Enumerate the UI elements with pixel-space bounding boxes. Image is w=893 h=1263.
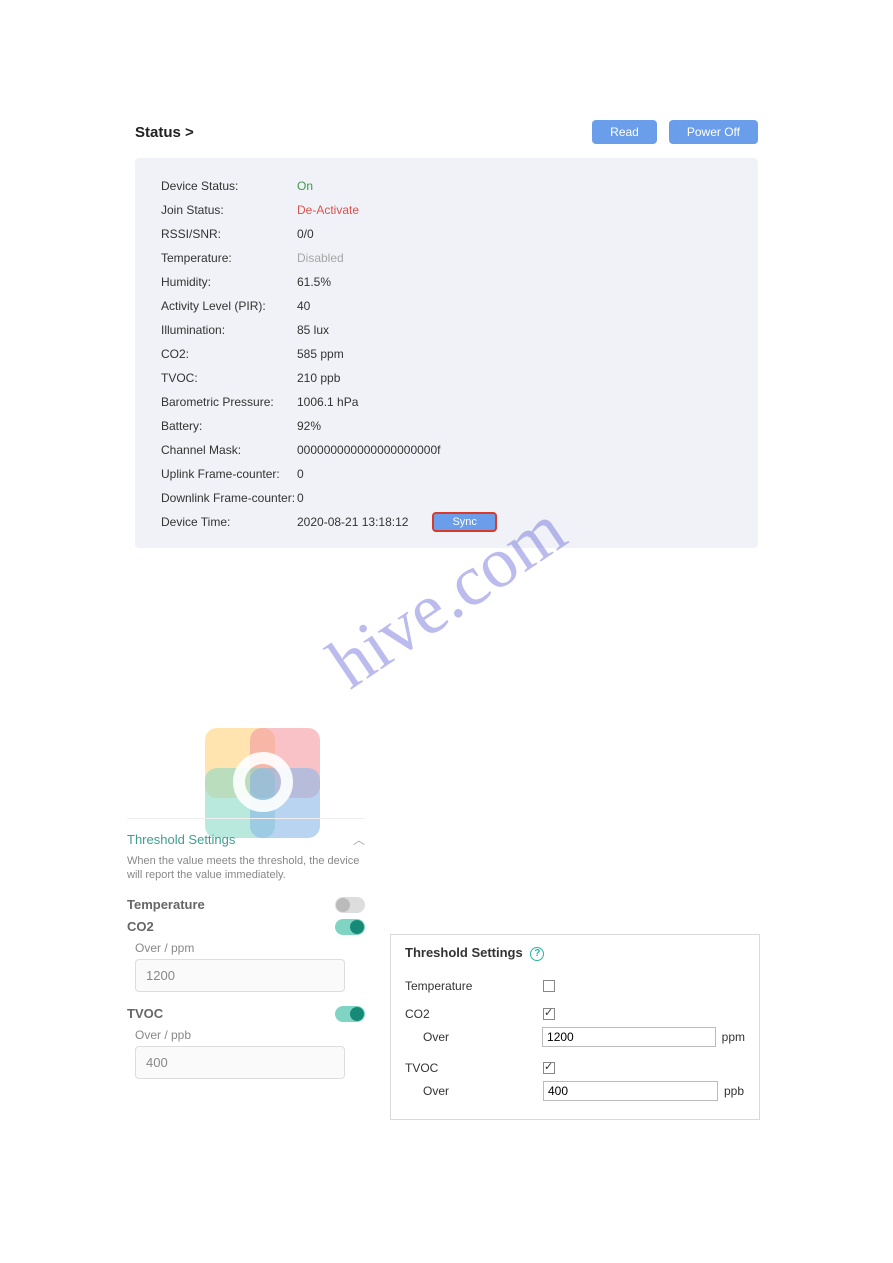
power-off-button[interactable]: Power Off — [669, 120, 758, 144]
status-row: Illumination:85 lux — [161, 318, 732, 342]
desk-threshold-title: Threshold Settings — [405, 945, 523, 960]
sync-button[interactable]: Sync — [432, 512, 496, 532]
status-label: Battery: — [161, 419, 297, 433]
desk-tvoc-over-label: Over — [405, 1084, 543, 1098]
status-value: 000000000000000000000f — [297, 443, 440, 457]
status-value: 92% — [297, 419, 321, 433]
status-row: CO2:585 ppm — [161, 342, 732, 366]
desktop-threshold-card: Threshold Settings ? Temperature CO2 Ove… — [390, 934, 760, 1120]
status-row: Temperature:Disabled — [161, 246, 732, 270]
status-row: Join Status:De-Activate — [161, 198, 732, 222]
status-label: CO2: — [161, 347, 297, 361]
status-label: Barometric Pressure: — [161, 395, 297, 409]
mobile-tvoc-over-input[interactable] — [135, 1046, 345, 1079]
read-button[interactable]: Read — [592, 120, 657, 144]
status-row: RSSI/SNR:0/0 — [161, 222, 732, 246]
co2-checkbox[interactable] — [543, 1008, 555, 1020]
status-value: 0 — [297, 491, 304, 505]
mobile-threshold-card: Threshold Settings ︿ When the value meet… — [127, 818, 365, 1093]
desk-co2-over-input[interactable] — [542, 1027, 716, 1047]
status-label: Temperature: — [161, 251, 297, 265]
mobile-tvoc-over-label: Over / ppb — [135, 1028, 365, 1042]
status-value: 0/0 — [297, 227, 314, 241]
mobile-co2-over-input[interactable] — [135, 959, 345, 992]
status-label: Device Status: — [161, 179, 297, 193]
tvoc-checkbox[interactable] — [543, 1062, 555, 1074]
device-time-label: Device Time: — [161, 515, 297, 529]
mobile-temperature-label: Temperature — [127, 897, 205, 912]
desk-co2-unit: ppm — [722, 1030, 745, 1044]
status-title: Status > — [135, 124, 194, 141]
desk-tvoc-label: TVOC — [405, 1061, 543, 1075]
status-value: De-Activate — [297, 203, 359, 217]
mobile-co2-label: CO2 — [127, 919, 154, 934]
status-label: Join Status: — [161, 203, 297, 217]
temperature-checkbox[interactable] — [543, 980, 555, 992]
status-label: TVOC: — [161, 371, 297, 385]
status-value: 85 lux — [297, 323, 329, 337]
status-label: Activity Level (PIR): — [161, 299, 297, 313]
status-label: Humidity: — [161, 275, 297, 289]
device-time-value: 2020-08-21 13:18:12 — [297, 515, 408, 529]
tvoc-toggle[interactable] — [335, 1006, 365, 1022]
desk-tvoc-over-input[interactable] — [543, 1081, 718, 1101]
status-value: 40 — [297, 299, 310, 313]
mobile-threshold-subtitle: When the value meets the threshold, the … — [127, 854, 365, 883]
status-row: Barometric Pressure:1006.1 hPa — [161, 390, 732, 414]
status-label: Channel Mask: — [161, 443, 297, 457]
chevron-up-icon[interactable]: ︿ — [353, 831, 365, 848]
status-value: 1006.1 hPa — [297, 395, 358, 409]
desk-tvoc-unit: ppb — [724, 1084, 744, 1098]
co2-toggle[interactable] — [335, 919, 365, 935]
status-row: Activity Level (PIR):40 — [161, 294, 732, 318]
desk-co2-label: CO2 — [405, 1007, 543, 1021]
mobile-threshold-title[interactable]: Threshold Settings — [127, 832, 235, 847]
status-value: Disabled — [297, 251, 344, 265]
status-row: Battery:92% — [161, 414, 732, 438]
mobile-tvoc-label: TVOC — [127, 1006, 163, 1021]
status-label: Illumination: — [161, 323, 297, 337]
status-row: TVOC:210 ppb — [161, 366, 732, 390]
status-label: Uplink Frame-counter: — [161, 467, 297, 481]
status-row: Uplink Frame-counter:0 — [161, 462, 732, 486]
desk-temperature-label: Temperature — [405, 979, 543, 993]
help-icon[interactable]: ? — [530, 947, 544, 961]
status-card: Device Status:OnJoin Status:De-ActivateR… — [135, 158, 758, 548]
status-row: Channel Mask:000000000000000000000f — [161, 438, 732, 462]
status-row: Downlink Frame-counter:0 — [161, 486, 732, 510]
status-row: Humidity:61.5% — [161, 270, 732, 294]
status-value: 0 — [297, 467, 304, 481]
status-label: RSSI/SNR: — [161, 227, 297, 241]
temperature-toggle[interactable] — [335, 897, 365, 913]
status-row: Device Status:On — [161, 174, 732, 198]
status-label: Downlink Frame-counter: — [161, 491, 297, 505]
status-value: 210 ppb — [297, 371, 340, 385]
desk-co2-over-label: Over — [405, 1030, 542, 1044]
status-value: 61.5% — [297, 275, 331, 289]
status-value: 585 ppm — [297, 347, 344, 361]
status-value: On — [297, 179, 313, 193]
mobile-co2-over-label: Over / ppm — [135, 941, 365, 955]
